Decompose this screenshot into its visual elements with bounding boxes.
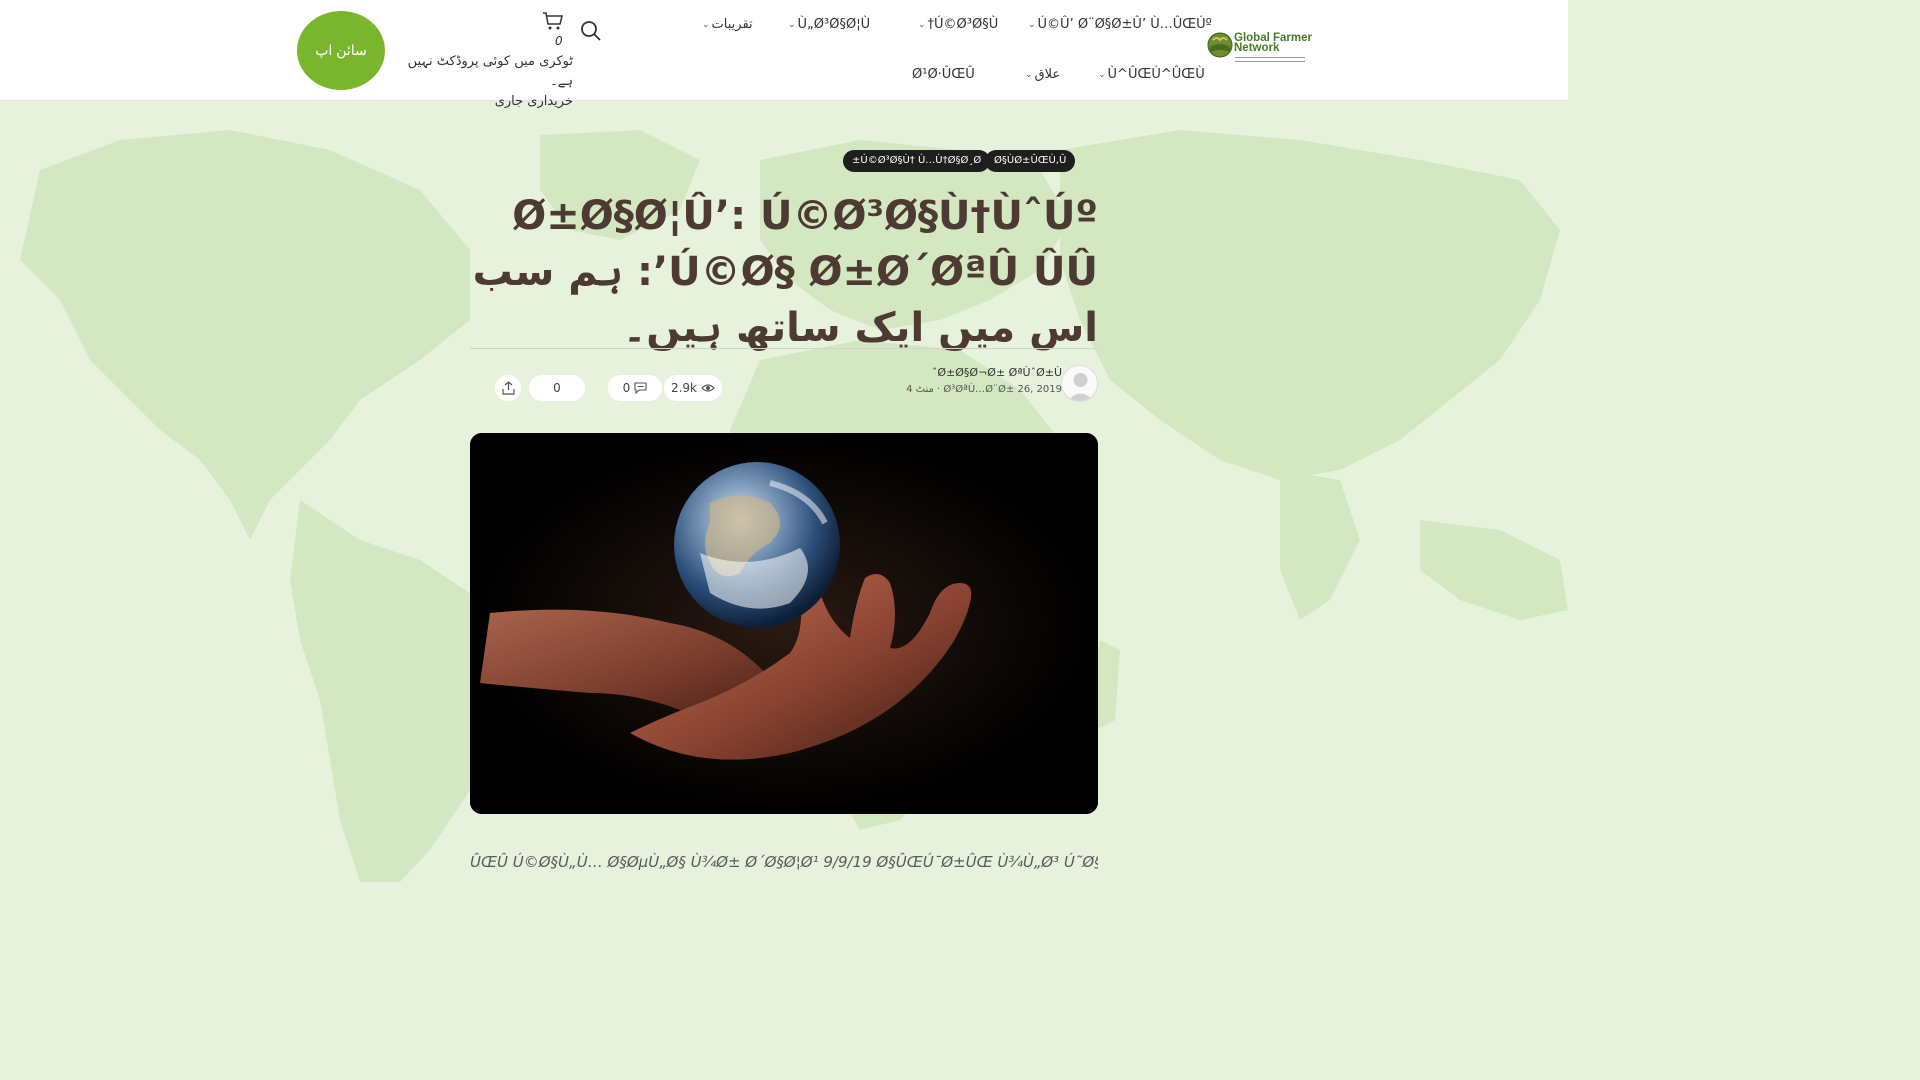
nav-regions[interactable]: ⌄ علاق <box>1025 67 1060 82</box>
site-header: Global Farmer Network ⌄ Ú©Û’ Ø¨Ø§Ø±Û’ Ù…… <box>0 0 1568 109</box>
cart-empty-text: ٹوکری میں کوئی پروڈکٹ نہیں ہے۔ <box>407 54 573 89</box>
author-avatar[interactable] <box>1061 365 1098 402</box>
comment-icon <box>634 382 647 394</box>
category-tag[interactable]: ±Ú©Ø³Ø§Ù† Ù…Ù†Ø§Ø¸Ø <box>843 150 991 172</box>
nav-about[interactable]: ⌄ Ú©Û’ Ø¨Ø§Ø±Û’ Ù…ÛŒÚº <box>1028 17 1212 32</box>
views-count: 2.9k <box>664 375 722 401</box>
eye-icon <box>701 384 715 392</box>
title-divider <box>470 348 1098 349</box>
nav-label: †Ú©Ø³Ø§Ù <box>927 17 999 32</box>
author-name[interactable]: ˆØ±Ø§Ø¬Ø± ØªÙˆØ±Ù <box>900 366 1062 379</box>
likes-button[interactable]: 0 <box>529 375 585 401</box>
logo-tagline <box>1235 57 1305 67</box>
comments-button[interactable]: 0 <box>608 375 662 401</box>
nav-label: Ù„Ø³Ø§Ø¦Ù <box>797 17 871 32</box>
cart-count: 0 <box>555 34 563 48</box>
site-logo[interactable]: Global Farmer Network <box>1207 30 1312 70</box>
read-time: 4 منٹ <box>906 384 934 395</box>
hands-holding-earth-image <box>470 433 1098 814</box>
chevron-down-icon: ⌄ <box>1098 69 1106 80</box>
nav-label: تقریبات <box>711 17 753 32</box>
nav-label: Ú©Û’ Ø¨Ø§Ø±Û’ Ù…ÛŒÚº <box>1037 17 1212 32</box>
cart-button[interactable]: 0 <box>540 10 568 50</box>
article-title: Ø±Ø§Ø¦Û’: Ú©Ø³Ø§Ù†ÙˆÚº ہم سب :’Ú©Ø§ Ø±Ø´… <box>470 188 1098 356</box>
share-button[interactable] <box>495 375 521 401</box>
nav-events[interactable]: ⌄ تقریبات <box>702 17 753 32</box>
title-line-3: اس میں ایک ساتھ ہیں۔ <box>622 305 1098 351</box>
title-line-2: ہم سب :’Ú©Ø§ Ø±Ø´ØªÛ ÛÛ <box>472 249 1098 295</box>
chevron-down-icon: ⌄ <box>918 19 926 30</box>
nav-donate[interactable]: Ø¹Ø·ÛŒÛ <box>912 67 975 82</box>
logo-text-2: Network <box>1234 42 1280 54</box>
cart-icon <box>543 12 563 30</box>
search-icon <box>581 21 601 41</box>
views-value: 2.9k <box>670 381 698 395</box>
search-button[interactable] <box>580 20 604 44</box>
chevron-down-icon: ⌄ <box>788 19 796 30</box>
chevron-down-icon: ⌄ <box>1025 69 1033 80</box>
logo-globe-icon <box>1207 32 1233 58</box>
signup-button[interactable]: سائن اپ <box>297 11 385 90</box>
title-line-1: Ø±Ø§Ø¦Û’: Ú©Ø³Ø§Ù†ÙˆÚº <box>512 193 1098 239</box>
article-body-preview: ÛŒÛ Ú©Ø§Ù„Ù… Ø§ØµÙ„Ø§ Ù¾Ø± Ø´Ø§Ø¦Ø¹ 9/9/… <box>470 853 1098 871</box>
nav-label: Ù^ÛŒÚ^ÛŒÙ <box>1107 67 1205 82</box>
nav-label: علاق <box>1034 67 1061 82</box>
nav-issues[interactable]: ⌄ Ù„Ø³Ø§Ø¦Ù <box>788 17 870 32</box>
article-meta: 4 منٹ · Ø³ØªÙ…Ø¨Ø± 26, 2019 <box>880 384 1062 395</box>
nav-farmers[interactable]: ⌄ †Ú©Ø³Ø§Ù <box>918 17 998 32</box>
hero-image <box>470 433 1098 814</box>
chevron-down-icon: ⌄ <box>702 19 710 30</box>
chevron-down-icon: ⌄ <box>1028 19 1036 30</box>
category-tag[interactable]: Ø§ÙØ±ÛŒÙ‚Û <box>985 150 1076 172</box>
share-icon <box>501 381 515 395</box>
likes-value: 0 <box>553 381 561 395</box>
comments-value: 0 <box>622 381 631 395</box>
publish-date: Ø³ØªÙ…Ø¨Ø± 26, 2019 <box>943 384 1062 395</box>
nav-label: Ø¹Ø·ÛŒÛ <box>912 67 975 82</box>
nav-videos[interactable]: ⌄ Ù^ÛŒÚ^ÛŒÙ <box>1098 67 1205 82</box>
